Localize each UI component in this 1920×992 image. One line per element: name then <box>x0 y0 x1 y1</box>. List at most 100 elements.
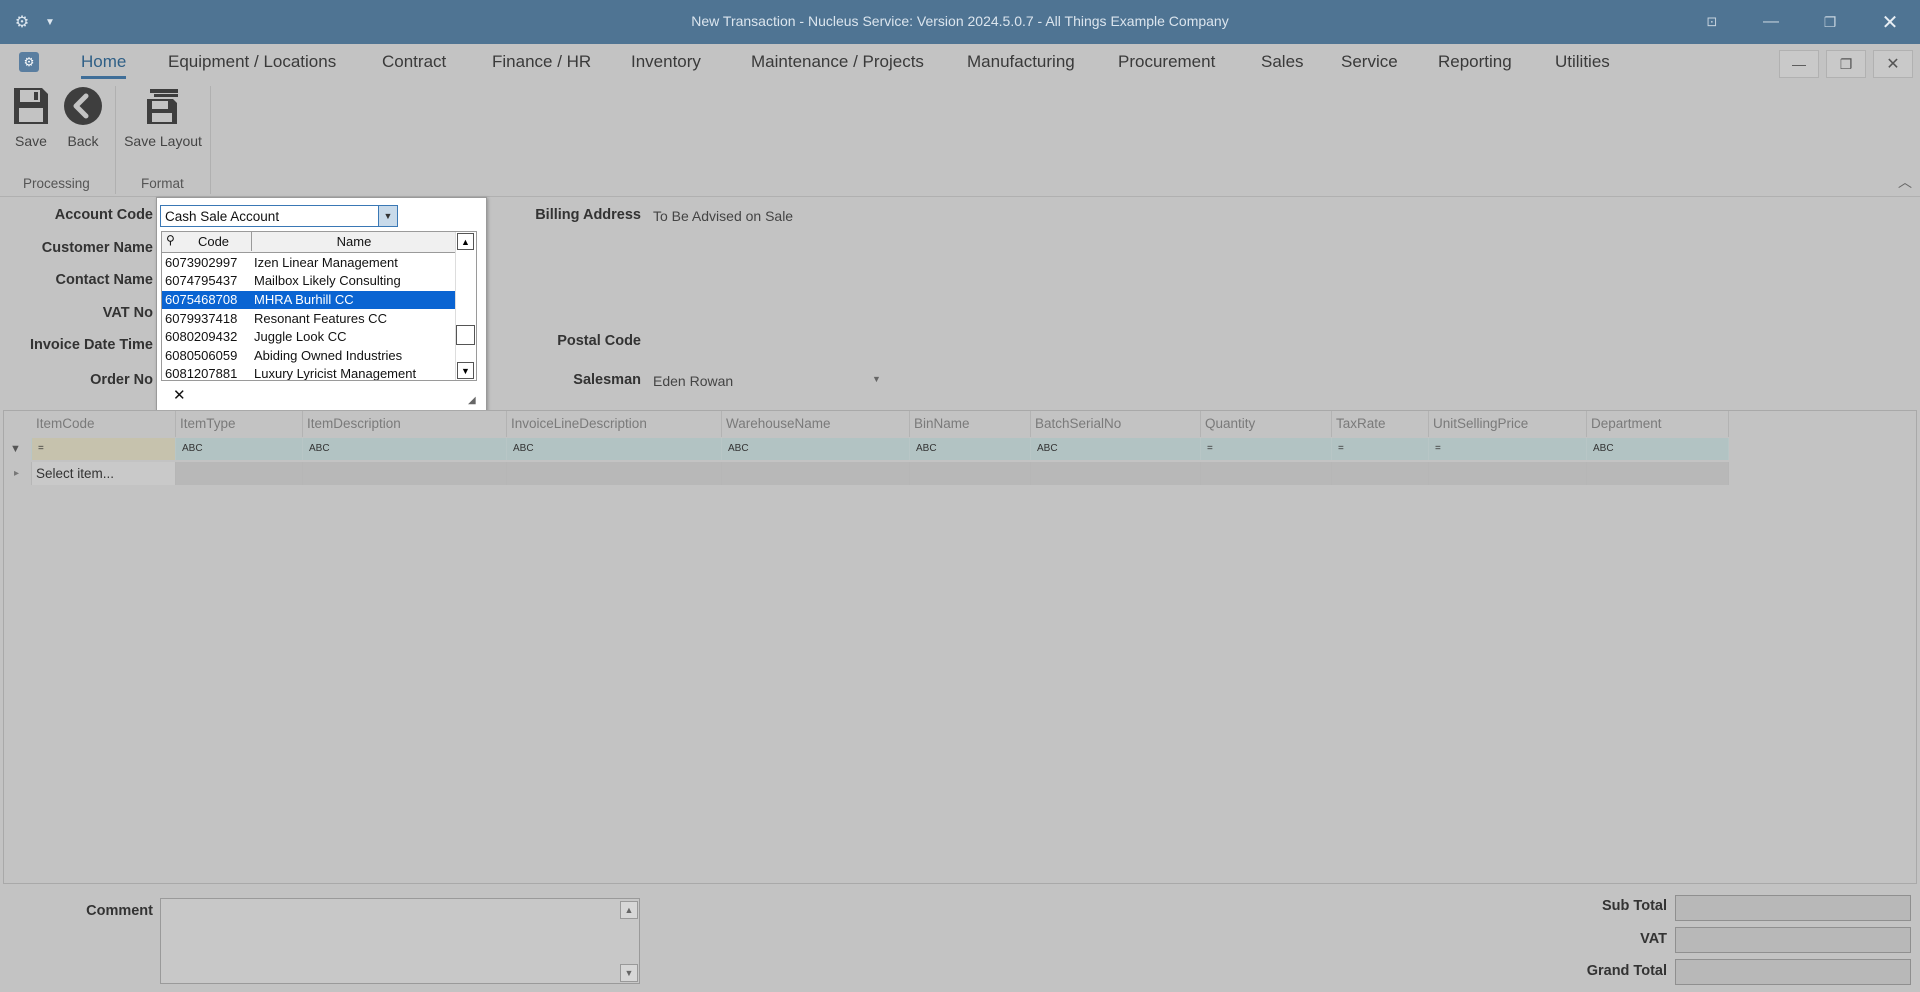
lookup-row-selected[interactable]: 6075468708 MHRA Burhill CC <box>162 291 457 309</box>
col-item-code[interactable]: ItemCode <box>32 411 176 437</box>
tab-utilities[interactable]: Utilities <box>1555 52 1610 72</box>
back-button[interactable]: Back <box>63 86 103 149</box>
scroll-up-icon[interactable]: ▲ <box>457 233 474 250</box>
lookup-scrollbar[interactable]: ▲ ▼ <box>455 232 476 380</box>
col-item-description[interactable]: ItemDescription <box>303 411 507 437</box>
tab-maintenance-projects[interactable]: Maintenance / Projects <box>751 52 924 72</box>
scroll-down-icon[interactable]: ▼ <box>620 964 638 982</box>
menu-bar: ⚙ Home Equipment / Locations Contract Fi… <box>0 44 1920 80</box>
save-button[interactable]: Save <box>12 86 50 149</box>
lookup-col-name[interactable]: Name <box>252 232 457 251</box>
grid-cell[interactable] <box>722 462 910 485</box>
grid-cell[interactable] <box>303 462 507 485</box>
filter-icon[interactable]: ▼ <box>4 438 32 460</box>
tab-contract[interactable]: Contract <box>382 52 446 72</box>
close-icon[interactable]: ✕ <box>173 386 186 404</box>
lookup-col-code[interactable]: ⚲ Code <box>162 232 252 251</box>
mdi-close-button[interactable]: ✕ <box>1873 50 1913 78</box>
grid-cell[interactable] <box>507 462 722 485</box>
col-department[interactable]: Department <box>1587 411 1729 437</box>
account-code-value[interactable]: Cash Sale Account <box>165 209 279 224</box>
lookup-name: Abiding Owned Industries <box>254 348 403 363</box>
col-bin-name[interactable]: BinName <box>910 411 1031 437</box>
tab-sales[interactable]: Sales <box>1261 52 1304 72</box>
tab-inventory[interactable]: Inventory <box>631 52 701 72</box>
help-icon[interactable]: ⊡ <box>1695 8 1729 36</box>
filter-cell[interactable]: = <box>1332 438 1429 460</box>
col-warehouse-name[interactable]: WarehouseName <box>722 411 910 437</box>
mdi-restore-button[interactable]: ❐ <box>1826 50 1866 78</box>
new-item-row[interactable]: ▸ Select item... <box>4 462 1916 485</box>
filter-cell[interactable]: ABC <box>910 438 1031 460</box>
vat-label: VAT <box>1640 931 1667 947</box>
chevron-down-icon[interactable]: ▼ <box>378 206 397 226</box>
tab-reporting[interactable]: Reporting <box>1438 52 1512 72</box>
col-invoice-line-description[interactable]: InvoiceLineDescription <box>507 411 722 437</box>
lookup-header: ⚲ Code Name <box>162 232 457 253</box>
filter-cell[interactable]: ABC <box>507 438 722 460</box>
tab-service[interactable]: Service <box>1341 52 1398 72</box>
filter-cell[interactable]: = <box>1201 438 1332 460</box>
grid-cell[interactable] <box>176 462 303 485</box>
ribbon-separator <box>210 86 211 194</box>
filter-cell[interactable]: ABC <box>303 438 507 460</box>
grid-cell[interactable] <box>1332 462 1429 485</box>
col-batch-serial-no[interactable]: BatchSerialNo <box>1031 411 1201 437</box>
select-item-cell[interactable]: Select item... <box>32 462 176 485</box>
col-tax-rate[interactable]: TaxRate <box>1332 411 1429 437</box>
account-code-combo[interactable]: Cash Sale Account ▼ <box>160 205 398 227</box>
filter-cell[interactable]: ABC <box>1031 438 1201 460</box>
lookup-row[interactable]: 6080506059 Abiding Owned Industries <box>162 347 457 365</box>
salesman-value[interactable]: Eden Rowan <box>653 373 733 389</box>
lookup-row[interactable]: 6081207881 Luxury Lyricist Management <box>162 365 457 380</box>
filter-row: ▼ = ABC ABC ABC ABC ABC ABC = = = ABC <box>4 438 1916 460</box>
grid-cell[interactable] <box>1031 462 1201 485</box>
app-logo-icon[interactable]: ⚙ <box>19 52 39 72</box>
lookup-name: Juggle Look CC <box>254 329 347 344</box>
lookup-row[interactable]: 6080209432 Juggle Look CC <box>162 328 457 346</box>
grand-total-label: Grand Total <box>1586 963 1667 979</box>
title-bar: ⚙ ▼ New Transaction - Nucleus Service: V… <box>0 0 1920 44</box>
collapse-ribbon-icon[interactable]: ︿ <box>1898 172 1912 192</box>
grid-cell[interactable] <box>1587 462 1729 485</box>
contact-name-label: Contact Name <box>55 272 154 288</box>
close-button[interactable]: ✕ <box>1873 8 1907 36</box>
binoculars-icon[interactable]: ⚲ <box>166 233 175 247</box>
lookup-row[interactable]: 6079937418 Resonant Features CC <box>162 310 457 328</box>
tab-equipment-locations[interactable]: Equipment / Locations <box>168 52 336 72</box>
vat-field <box>1675 927 1911 953</box>
scroll-up-icon[interactable]: ▲ <box>620 901 638 919</box>
lookup-code: 6075468708 <box>165 292 238 307</box>
filter-cell[interactable]: = <box>1429 438 1587 460</box>
tab-manufacturing[interactable]: Manufacturing <box>967 52 1075 72</box>
items-grid: ItemCode ItemType ItemDescription Invoic… <box>3 410 1917 884</box>
filter-cell[interactable]: ABC <box>1587 438 1729 460</box>
lookup-row[interactable]: 6073902997 Izen Linear Management <box>162 254 457 272</box>
salesman-dropdown-icon[interactable]: ▼ <box>872 374 881 384</box>
col-quantity[interactable]: Quantity <box>1201 411 1332 437</box>
scroll-down-icon[interactable]: ▼ <box>457 362 474 379</box>
minimize-button[interactable]: — <box>1754 8 1788 36</box>
col-unit-selling-price[interactable]: UnitSellingPrice <box>1429 411 1587 437</box>
grid-cell[interactable] <box>1201 462 1332 485</box>
mdi-minimize-button[interactable]: — <box>1779 50 1819 78</box>
tab-finance-hr[interactable]: Finance / HR <box>492 52 591 72</box>
grid-cell[interactable] <box>1429 462 1587 485</box>
sub-total-field <box>1675 895 1911 921</box>
grid-cell[interactable] <box>910 462 1031 485</box>
billing-address-label: Billing Address <box>535 207 641 223</box>
restore-button[interactable]: ❐ <box>1813 8 1847 36</box>
lookup-name: MHRA Burhill CC <box>254 292 354 307</box>
lookup-name: Resonant Features CC <box>254 311 387 326</box>
comment-textarea[interactable]: ▲ ▼ <box>160 898 640 984</box>
filter-cell[interactable]: ABC <box>176 438 303 460</box>
tab-procurement[interactable]: Procurement <box>1118 52 1215 72</box>
lookup-row[interactable]: 6074795437 Mailbox Likely Consulting <box>162 272 457 290</box>
col-item-type[interactable]: ItemType <box>176 411 303 437</box>
filter-cell[interactable]: ABC <box>722 438 910 460</box>
scroll-thumb[interactable] <box>456 325 475 345</box>
tab-home[interactable]: Home <box>81 52 127 79</box>
save-layout-button[interactable]: Save Layout <box>124 86 202 149</box>
resize-grip-icon[interactable]: ◢ <box>468 395 480 407</box>
filter-cell[interactable]: = <box>32 438 176 460</box>
